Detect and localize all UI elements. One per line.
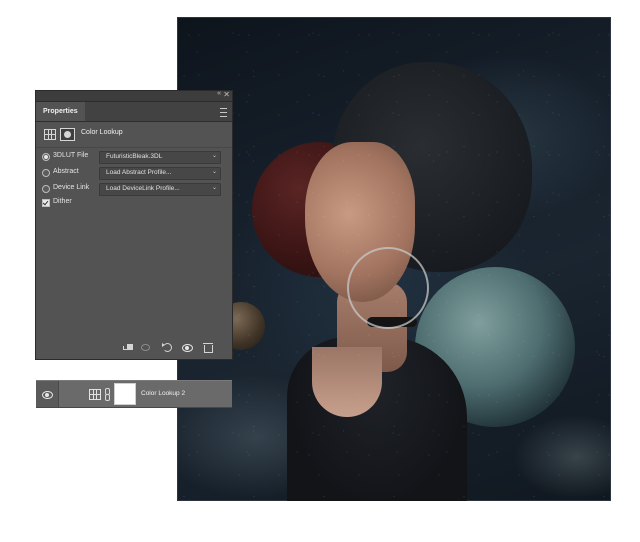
layer-mask-thumbnail[interactable] <box>114 383 136 405</box>
chevron-down-icon: ⌄ <box>211 185 217 191</box>
select-value: Load Abstract Profile... <box>106 169 172 176</box>
chevron-down-icon: ⌄ <box>211 153 217 159</box>
dither-checkbox[interactable] <box>42 199 50 207</box>
abstract-profile-select[interactable]: Load Abstract Profile... ⌄ <box>99 167 221 180</box>
trash-icon[interactable] <box>203 342 214 353</box>
neck-shape <box>337 282 407 372</box>
lut-row-device-link: Device Link Load DeviceLink Profile... ⌄ <box>42 183 228 196</box>
lut-row-abstract: Abstract Load Abstract Profile... ⌄ <box>42 167 228 180</box>
select-value: Load DeviceLink Profile... <box>106 185 180 192</box>
collapse-panel-icon[interactable]: « <box>217 90 221 97</box>
hoop-earring <box>347 247 429 329</box>
visibility-eye-icon[interactable] <box>182 342 193 353</box>
reset-icon[interactable] <box>162 342 173 353</box>
torso-shape <box>287 337 467 501</box>
color-lookup-grid-icon <box>44 129 56 140</box>
dither-row: Dither <box>42 197 228 209</box>
choker-necklace <box>367 317 417 327</box>
dither-label: Dither <box>53 198 72 205</box>
3dlut-file-select[interactable]: FuturisticBleak.3DL ⌄ <box>99 151 221 164</box>
properties-panel: « ✕ Properties Color Lookup 3DLUT File F… <box>35 90 233 360</box>
eye-icon <box>42 389 53 400</box>
radio-3dlut-file[interactable] <box>42 153 50 161</box>
row-label: Abstract <box>53 168 79 175</box>
red-planet <box>252 142 387 277</box>
clip-to-layer-icon[interactable] <box>123 342 134 353</box>
select-value: FuturisticBleak.3DL <box>106 153 163 160</box>
panel-topbar: « ✕ <box>36 90 232 102</box>
color-lookup-grid-icon <box>89 389 101 400</box>
artwork-canvas <box>177 17 611 501</box>
tab-properties[interactable]: Properties <box>36 102 85 121</box>
row-label: 3DLUT File <box>53 152 89 159</box>
adjustment-title: Color Lookup <box>81 129 123 136</box>
panel-menu-icon[interactable] <box>220 108 227 117</box>
link-chain-icon[interactable] <box>105 388 110 401</box>
panel-tab-bar: Properties <box>36 102 232 122</box>
devicelink-profile-select[interactable]: Load DeviceLink Profile... ⌄ <box>99 183 221 196</box>
layer-name[interactable]: Color Lookup 2 <box>141 390 185 397</box>
adjustment-header: Color Lookup <box>36 122 232 148</box>
green-planet <box>415 267 575 427</box>
view-previous-state-icon[interactable] <box>141 342 152 353</box>
close-panel-icon[interactable]: ✕ <box>223 90 230 99</box>
layer-mask-icon[interactable] <box>60 128 75 141</box>
layer-row[interactable]: Color Lookup 2 <box>36 380 232 408</box>
neckline-shape <box>312 347 382 417</box>
row-label: Device Link <box>53 184 90 191</box>
face-shape <box>305 142 415 302</box>
hair-shape <box>332 62 532 272</box>
radio-device-link[interactable] <box>42 185 50 193</box>
radio-abstract[interactable] <box>42 169 50 177</box>
chevron-down-icon: ⌄ <box>211 169 217 175</box>
panel-footer <box>36 337 232 359</box>
lut-row-3dlut: 3DLUT File FuturisticBleak.3DL ⌄ <box>42 151 228 164</box>
layer-visibility-toggle[interactable] <box>36 381 59 407</box>
